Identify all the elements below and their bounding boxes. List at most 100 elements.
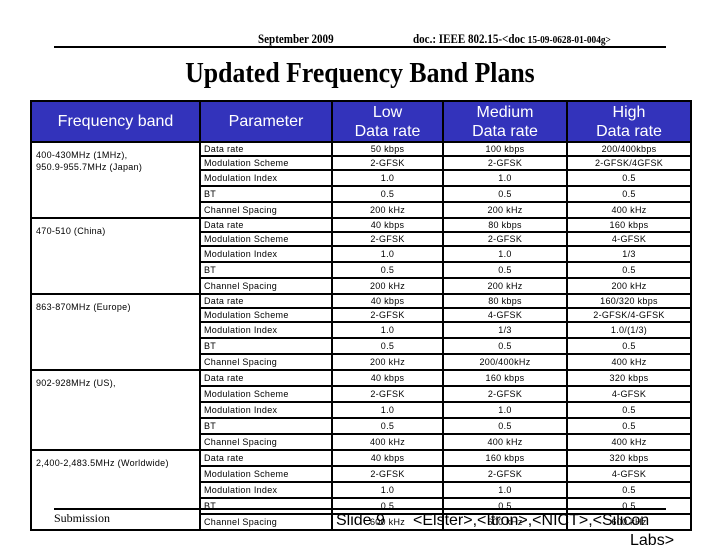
parameter-cell: Data rate (199, 449, 333, 467)
low-rate-cell: 40 kbps (331, 217, 444, 233)
high-rate-cell: 0.5 (566, 481, 692, 499)
high-rate-cell: 1.0/(1/3) (566, 321, 692, 339)
low-rate-cell: 2-GFSK (331, 385, 444, 403)
parameter-cell: Channel Spacing (199, 433, 333, 451)
parameter-cell: Modulation Scheme (199, 231, 333, 247)
frequency-band-label: 470-510 (China) (36, 226, 106, 236)
medium-rate-cell: 2-GFSK (442, 231, 568, 247)
high-rate-cell: 1/3 (566, 245, 692, 263)
frequency-band-label: 400-430MHz (1MHz), (36, 150, 128, 160)
high-rate-cell: 0.5 (566, 337, 692, 355)
low-rate-cell: 40 kbps (331, 369, 444, 387)
header-rule (54, 46, 666, 48)
header-date: September 2009 (258, 31, 334, 46)
medium-rate-cell: 0.5 (442, 337, 568, 355)
medium-rate-cell: 200 kHz (442, 201, 568, 219)
high-rate-cell: 160/320 kbps (566, 293, 692, 309)
low-rate-cell: 2-GFSK (331, 465, 444, 483)
parameter-cell: BT (199, 185, 333, 203)
low-rate-cell: 1.0 (331, 321, 444, 339)
medium-rate-cell: 1.0 (442, 169, 568, 187)
high-rate-cell: 400 kHz (566, 353, 692, 371)
parameter-cell: Data rate (199, 141, 333, 157)
table-body: 400-430MHz (1MHz), 950.9-955.7MHz (Japan)… (30, 141, 692, 531)
low-rate-cell: 40 kbps (331, 449, 444, 467)
slide-title: Updated Frequency Band Plans (185, 58, 535, 89)
parameter-cell: Modulation Scheme (199, 385, 333, 403)
high-rate-cell: 0.5 (566, 401, 692, 419)
parameter-cell: BT (199, 417, 333, 435)
medium-rate-cell: 2-GFSK (442, 155, 568, 171)
parameter-cell: Modulation Index (199, 245, 333, 263)
medium-rate-cell: 200/400kHz (442, 353, 568, 371)
header-doc-number: 15-09-0628-01-004g> (527, 34, 611, 46)
low-rate-cell: 2-GFSK (331, 231, 444, 247)
low-rate-cell: 50 kbps (331, 141, 444, 157)
column-header-high-data-rate: High Data rate (566, 100, 692, 143)
high-rate-cell: 400 kHz (566, 201, 692, 219)
medium-rate-cell: 400 kHz (442, 433, 568, 451)
table-row: 2,400-2,483.5MHz (Worldwide) Data rate 40 … (30, 449, 692, 531)
high-rate-cell: 2-GFSK/4-GFSK (566, 307, 692, 323)
high-rate-cell: 0.5 (566, 417, 692, 435)
frequency-band-label: 950.9-955.7MHz (Japan) (36, 162, 143, 172)
table-row: 902-928MHz (US), Data rate 40 kbps 160 kbps… (30, 369, 692, 451)
high-rate-cell: 320 kbps (566, 369, 692, 387)
low-rate-cell: 40 kbps (331, 293, 444, 309)
low-rate-cell: 0.5 (331, 261, 444, 279)
parameter-cell: Modulation Scheme (199, 465, 333, 483)
footer-slide-number: Slide 9 (336, 512, 385, 529)
low-rate-cell: 1.0 (331, 401, 444, 419)
parameter-cell: Modulation Scheme (199, 307, 333, 323)
low-rate-cell: 0.5 (331, 185, 444, 203)
header-doc-id: doc.: IEEE 802.15-<doc 15-09-0628-01-004… (413, 31, 611, 47)
frequency-band-label: 902-928MHz (US), (36, 378, 116, 388)
high-rate-cell: 0.5 (566, 169, 692, 187)
parameter-cell: Modulation Index (199, 169, 333, 187)
column-header-low-data-rate: Low Data rate (331, 100, 444, 143)
low-rate-cell: 1.0 (331, 245, 444, 263)
medium-rate-cell: 0.5 (442, 261, 568, 279)
high-rate-cell: 0.5 (566, 261, 692, 279)
table-row: 470-510 (China) Data rate 40 kbps 80 kbps 16… (30, 217, 692, 295)
footer-authors: <Elster>,<Itron>,<NICT>,<Silicon (413, 512, 650, 529)
column-header-parameter: Parameter (199, 100, 333, 143)
frequency-band-cell: 863-870MHz (Europe) (30, 293, 201, 371)
high-rate-cell: 320 kbps (566, 449, 692, 467)
footer-authors-continued: Labs> (630, 532, 675, 549)
low-rate-cell: 2-GFSK (331, 155, 444, 171)
parameter-cell: Channel Spacing (199, 513, 333, 531)
parameter-cell: Modulation Scheme (199, 155, 333, 171)
low-rate-cell: 2-GFSK (331, 307, 444, 323)
medium-rate-cell: 160 kbps (442, 369, 568, 387)
parameter-cell: Channel Spacing (199, 277, 333, 295)
parameter-cell: Data rate (199, 369, 333, 387)
high-rate-cell: 200 kHz (566, 277, 692, 295)
medium-rate-cell: 1.0 (442, 481, 568, 499)
table-row: 400-430MHz (1MHz), 950.9-955.7MHz (Japan)… (30, 141, 692, 219)
column-header-medium-data-rate: Medium Data rate (442, 100, 568, 143)
medium-rate-cell: 1.0 (442, 401, 568, 419)
low-rate-cell: 200 kHz (331, 277, 444, 295)
low-rate-cell: 400 kHz (331, 433, 444, 451)
low-rate-cell: 200 kHz (331, 353, 444, 371)
medium-rate-cell: 2-GFSK (442, 465, 568, 483)
low-rate-cell: 1.0 (331, 481, 444, 499)
frequency-band-label: 2,400-2,483.5MHz (Worldwide) (36, 458, 169, 468)
parameter-cell: BT (199, 497, 333, 515)
frequency-band-cell: 902-928MHz (US), (30, 369, 201, 451)
parameter-cell: Channel Spacing (199, 201, 333, 219)
table-header-row: Frequency band Parameter Low Data rate Me… (30, 100, 692, 143)
medium-rate-cell: 160 kbps (442, 449, 568, 467)
medium-rate-cell: 200 kHz (442, 277, 568, 295)
high-rate-cell: 400 kHz (566, 433, 692, 451)
medium-rate-cell: 4-GFSK (442, 307, 568, 323)
parameter-cell: BT (199, 261, 333, 279)
high-rate-cell: 2-GFSK/4GFSK (566, 155, 692, 171)
low-rate-cell: 1.0 (331, 169, 444, 187)
high-rate-cell: 4-GFSK (566, 465, 692, 483)
medium-rate-cell: 0.5 (442, 185, 568, 203)
low-rate-cell: 200 kHz (331, 201, 444, 219)
footer-rule (54, 508, 666, 510)
medium-rate-cell: 0.5 (442, 417, 568, 435)
